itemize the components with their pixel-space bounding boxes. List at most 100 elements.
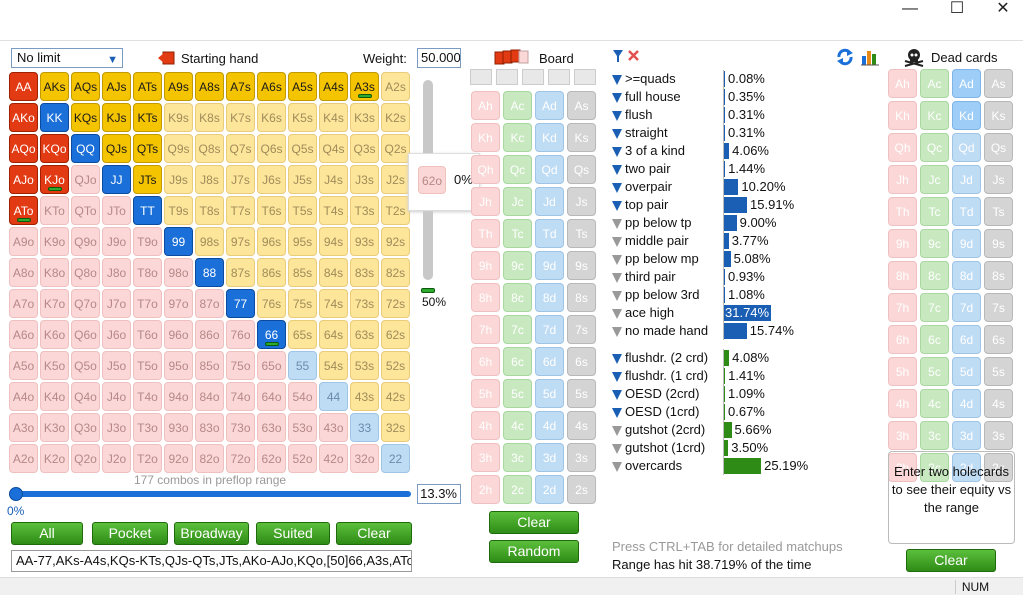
filter-icons[interactable] [612,48,642,64]
hand-cell[interactable]: 76s [257,289,286,318]
filter-icon[interactable] [612,326,622,337]
dead-card-ks[interactable]: Ks [984,101,1013,130]
dead-card-as[interactable]: As [984,69,1013,98]
hand-cell[interactable]: J4s [319,165,348,194]
hand-cell[interactable]: 94s [319,227,348,256]
hand-cell[interactable]: AQs [71,72,100,101]
hand-cell[interactable]: 32o [350,444,379,473]
dead-card-4h[interactable]: 4h [888,389,917,418]
board-card-qd[interactable]: Qd [535,155,564,184]
filter-icon[interactable] [612,371,622,382]
hand-cell[interactable]: A6o [9,320,38,349]
hand-cell[interactable]: QJo [71,165,100,194]
hand-cell[interactable]: 55 [288,351,317,380]
hand-cell[interactable]: AQo [9,134,38,163]
dead-card-jh[interactable]: Jh [888,165,917,194]
stat-row[interactable]: pp below 3rd [612,286,699,304]
board-card-js[interactable]: Js [567,187,596,216]
hand-cell[interactable]: Q5o [71,351,100,380]
filter-icon[interactable] [612,254,622,265]
dead-card-7s[interactable]: 7s [984,293,1013,322]
stat-row[interactable]: middle pair [612,232,689,250]
range-slider-thumb[interactable] [9,487,23,501]
hand-cell[interactable]: 43s [350,382,379,411]
hand-cell[interactable]: A8o [9,258,38,287]
board-card-qh[interactable]: Qh [471,155,500,184]
board-card-8d[interactable]: 8d [535,283,564,312]
board-card-3h[interactable]: 3h [471,443,500,472]
board-random-button[interactable]: Random [489,540,579,563]
filter-icon[interactable] [612,407,622,418]
board-card-6d[interactable]: 6d [535,347,564,376]
maximize-button[interactable]: ☐ [937,0,977,18]
board-card-ah[interactable]: Ah [471,91,500,120]
board-card-6h[interactable]: 6h [471,347,500,376]
dead-card-9h[interactable]: 9h [888,229,917,258]
hand-cell[interactable]: J6o [102,320,131,349]
broadway-button[interactable]: Broadway [174,522,249,545]
hand-cell[interactable]: A9s [164,72,193,101]
filter-icon[interactable] [612,200,622,211]
limit-select[interactable]: No limit ▼ [11,48,123,68]
stat-row[interactable]: gutshot (2crd) [612,421,705,439]
range-text-input[interactable]: AA-77,AKs-A4s,KQs-KTs,QJs-QTs,JTs,AKo-AJ… [11,550,412,572]
hand-cell[interactable]: A2s [381,72,410,101]
hand-cell[interactable]: 86o [195,320,224,349]
all-button[interactable]: All [11,522,83,545]
board-card-4s[interactable]: 4s [567,411,596,440]
dead-card-js[interactable]: Js [984,165,1013,194]
board-card-4c[interactable]: 4c [503,411,532,440]
hand-cell[interactable]: 75o [226,351,255,380]
hand-cell[interactable]: KK [40,103,69,132]
hand-cell[interactable]: J4o [102,382,131,411]
dead-card-7d[interactable]: 7d [952,293,981,322]
hand-cell[interactable]: A2o [9,444,38,473]
hand-cell[interactable]: 84s [319,258,348,287]
hand-cell[interactable]: 22 [381,444,410,473]
hand-cell[interactable]: K8o [40,258,69,287]
bar-chart-icon[interactable] [860,48,880,66]
dead-card-ad[interactable]: Ad [952,69,981,98]
filter-icon[interactable] [612,128,622,139]
board-card-2s[interactable]: 2s [567,475,596,504]
hand-cell[interactable]: Q3o [71,413,100,442]
refresh-icon[interactable] [836,48,854,66]
hand-cell[interactable]: 96o [164,320,193,349]
board-card-ks[interactable]: Ks [567,123,596,152]
hand-cell[interactable]: AJs [102,72,131,101]
hand-cell[interactable]: 82s [381,258,410,287]
hand-cell[interactable]: 74o [226,382,255,411]
hand-cell[interactable]: 42o [319,444,348,473]
hand-cell[interactable]: A3s [350,72,379,101]
board-slot-1[interactable] [470,69,492,85]
hand-cell[interactable]: Q6s [257,134,286,163]
board-card-tc[interactable]: Tc [503,219,532,248]
hand-cell[interactable]: T3s [350,196,379,225]
filter-icon[interactable] [612,182,622,193]
hand-cell[interactable]: 95s [288,227,317,256]
popup-hand-cell[interactable]: 62o [418,166,446,194]
hand-cell[interactable]: 44 [319,382,348,411]
hand-cell[interactable]: 63s [350,320,379,349]
hand-cell[interactable]: KTo [40,196,69,225]
hand-cell[interactable]: 53o [288,413,317,442]
filter-icon[interactable] [612,164,622,175]
hand-cell[interactable]: 87o [195,289,224,318]
hand-cell[interactable]: 77 [226,289,255,318]
dead-card-6h[interactable]: 6h [888,325,917,354]
clear-range-button[interactable]: Clear [336,522,412,545]
filter-icon[interactable] [612,218,622,229]
stat-row[interactable]: flush [612,106,652,124]
hand-cell[interactable]: 85o [195,351,224,380]
hand-cell[interactable]: T6s [257,196,286,225]
hand-cell[interactable]: 95o [164,351,193,380]
board-slot-4[interactable] [548,69,570,85]
filter-icon[interactable] [612,290,622,301]
hand-cell[interactable]: K5s [288,103,317,132]
board-card-6c[interactable]: 6c [503,347,532,376]
hand-cell[interactable]: 62o [257,444,286,473]
dead-card-kh[interactable]: Kh [888,101,917,130]
weight-slider-thumb[interactable] [421,288,435,293]
stat-row[interactable]: full house [612,88,681,106]
dead-card-9c[interactable]: 9c [920,229,949,258]
